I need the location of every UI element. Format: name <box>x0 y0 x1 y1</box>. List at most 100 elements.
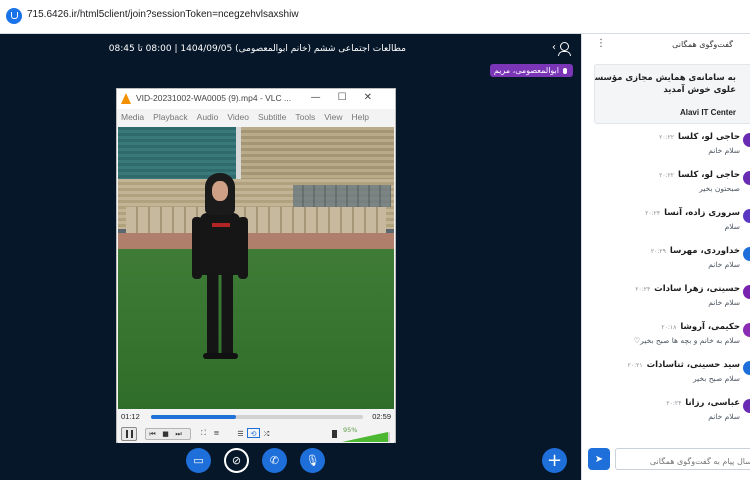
message-text: سلام خانم <box>708 298 740 307</box>
message-time: ۲۰:۲۴ <box>666 400 682 407</box>
vlc-menu-bar: Media Playback Audio Video Subtitle Tools View… <box>117 109 395 125</box>
minimize-button[interactable]: — <box>311 92 338 103</box>
time-elapsed: 01:12 <box>121 412 140 421</box>
chat-header: گفت‌وگوی همگانی ⋮ <box>582 34 750 56</box>
chat-message: حسینی، زهرا سادات۲۰:۲۴ سلام خانم <box>582 282 750 318</box>
menu-video[interactable]: Video <box>227 112 249 122</box>
menu-subtitle[interactable]: Subtitle <box>258 112 286 122</box>
fullscreen-icon[interactable]: ⛶ <box>197 428 210 438</box>
welcome-line-1: به سامانه‌ی همایش مجازی مؤسسه‌ی <box>594 73 736 83</box>
close-button[interactable]: ✕ <box>364 92 389 103</box>
send-icon: ➤ <box>594 453 604 465</box>
sender-name: سید حسینی، ثناسادات۲۰:۲۱ <box>627 360 740 370</box>
video-toggle-button[interactable]: ⊘ <box>224 448 249 473</box>
extended-settings-icon[interactable]: ≡ <box>210 428 223 438</box>
send-message-button[interactable]: ➤ <box>588 448 610 470</box>
playlist-icon[interactable]: ☰ <box>234 429 247 439</box>
chat-message-input[interactable] <box>615 448 750 470</box>
menu-view[interactable]: View <box>324 112 342 122</box>
avatar <box>743 323 750 337</box>
chat-message: سروری زاده، آنسا۲۰:۲۴ سلام <box>582 206 750 242</box>
shield-icon[interactable] <box>6 8 22 24</box>
meeting-area: مطالعات اجتماعی ششم (خانم ابوالمعصومی) 1… <box>0 34 581 480</box>
welcome-message: به سامانه‌ی همایش مجازی مؤسسه‌ی علوی خوش… <box>594 64 750 124</box>
screen-share-button[interactable]: ▭ <box>186 448 211 473</box>
users-toggle-button[interactable]: ‹ <box>551 41 571 57</box>
view-controls: ⛶ ≡ <box>197 428 227 440</box>
message-time: ۲۰:۲۹ <box>650 248 666 255</box>
menu-media[interactable]: Media <box>121 112 144 122</box>
chat-message: عباسی، رزانا۲۰:۲۴ سلام خانم <box>582 396 750 432</box>
avatar <box>743 247 750 261</box>
sender-name: حاجی لو، کلسا۲۰:۲۲ <box>659 132 740 142</box>
sender-name: سروری زاده، آنسا۲۰:۲۴ <box>645 208 740 218</box>
sender-name: خداوردی، مهرسا۲۰:۲۹ <box>650 246 740 256</box>
microphone-icon: 🎙 <box>305 454 320 467</box>
chat-input-field[interactable] <box>616 451 750 469</box>
plus-icon: + <box>546 449 563 471</box>
chat-title: گفت‌وگوی همگانی <box>672 40 733 49</box>
vlc-controls: ⏮ ■ ⏭ ⛶ ≡ ☰ ⟲ ⤮ 95% <box>118 425 394 443</box>
actions-button[interactable]: + <box>542 448 567 473</box>
menu-playback[interactable]: Playback <box>153 112 188 122</box>
chat-message: سید حسینی، ثناسادات۲۰:۲۱ سلام صبح بخیر <box>582 358 750 394</box>
welcome-line-3: Alavi IT Center <box>679 108 736 117</box>
speaker-icon[interactable] <box>332 430 337 438</box>
seek-slider[interactable] <box>151 415 363 419</box>
avatar <box>743 209 750 223</box>
talking-user-name: ابوالمعصومی، مریم <box>493 66 559 75</box>
meeting-title: مطالعات اجتماعی ششم (خانم ابوالمعصومی) 1… <box>108 44 406 54</box>
chat-message: حاجی لو، کلسا۲۰:۲۲ صبحتون بخیر <box>582 168 750 204</box>
phone-icon: ✆ <box>269 454 280 467</box>
welcome-line-2: علوی خوش آمدید <box>663 85 736 95</box>
menu-tools[interactable]: Tools <box>295 112 315 122</box>
menu-help[interactable]: Help <box>351 112 368 122</box>
chat-message: حاجی لو، کلسا۲۰:۲۲ سلام خانم <box>582 130 750 166</box>
sender-name: حسینی، زهرا سادات۲۰:۲۴ <box>635 284 740 294</box>
avatar <box>743 133 750 147</box>
screen-share-icon: ▭ <box>193 454 204 467</box>
vlc-title: VID-20231002-WA0005 (9).mp4 - VLC ... <box>136 93 292 103</box>
time-total: 02:59 <box>372 412 391 421</box>
talking-indicator[interactable]: ابوالمعصومی، مریم <box>489 64 573 77</box>
stadium-stand <box>118 127 238 179</box>
avatar <box>743 285 750 299</box>
pause-button[interactable] <box>121 427 137 441</box>
address-text[interactable]: 715.6426.ir/html5client/join?sessionToke… <box>27 9 299 20</box>
video-off-icon: ⊘ <box>231 454 242 467</box>
menu-audio[interactable]: Audio <box>197 112 219 122</box>
seek-progress <box>151 415 236 419</box>
message-time: ۲۰:۱۸ <box>661 324 677 331</box>
volume-percent: 95% <box>343 426 358 434</box>
loop-icon[interactable]: ⟲ <box>247 428 260 438</box>
stop-icon[interactable]: ■ <box>159 429 172 439</box>
more-vertical-icon[interactable]: ⋮ <box>596 38 606 49</box>
users-icon <box>560 42 569 51</box>
chat-message-list: حاجی لو، کلسا۲۰:۲۲ سلام خانم حاجی لو، کل… <box>582 130 750 430</box>
message-time: ۲۰:۲۱ <box>627 362 643 369</box>
vlc-cone-icon <box>121 93 131 104</box>
previous-icon[interactable]: ⏮ <box>146 429 159 439</box>
sender-name: حاجی لو، کلسا۲۰:۲۲ <box>659 170 740 180</box>
message-text: سلام به خانم و بچه ها صبح بخیر♡ <box>633 336 740 345</box>
pause-icon <box>125 430 133 438</box>
message-text: سلام صبح بخیر <box>693 374 740 383</box>
leave-audio-button[interactable]: ✆ <box>262 448 287 473</box>
shuffle-icon[interactable]: ⤮ <box>260 429 273 439</box>
browser-url-bar: 715.6426.ir/html5client/join?sessionToke… <box>0 0 750 34</box>
message-text: سلام خانم <box>708 146 740 155</box>
playlist-controls: ☰ ⟲ ⤮ <box>234 428 280 440</box>
vlc-titlebar: VID-20231002-WA0005 (9).mp4 - VLC ... —☐… <box>117 89 395 109</box>
message-time: ۲۰:۲۲ <box>659 172 675 179</box>
microphone-icon <box>563 68 567 74</box>
next-icon[interactable]: ⏭ <box>172 429 185 439</box>
chevron-left-icon: ‹ <box>552 42 556 53</box>
sender-name: حکیمی، آروشا۲۰:۱۸ <box>661 322 740 332</box>
message-text: سلام <box>724 222 740 231</box>
avatar <box>743 399 750 413</box>
chat-message: خداوردی، مهرسا۲۰:۲۹ سلام خانم <box>582 244 750 280</box>
message-time: ۲۰:۲۴ <box>635 286 651 293</box>
maximize-button[interactable]: ☐ <box>338 92 364 103</box>
video-frame[interactable] <box>118 127 394 409</box>
microphone-button[interactable]: 🎙 <box>300 448 325 473</box>
